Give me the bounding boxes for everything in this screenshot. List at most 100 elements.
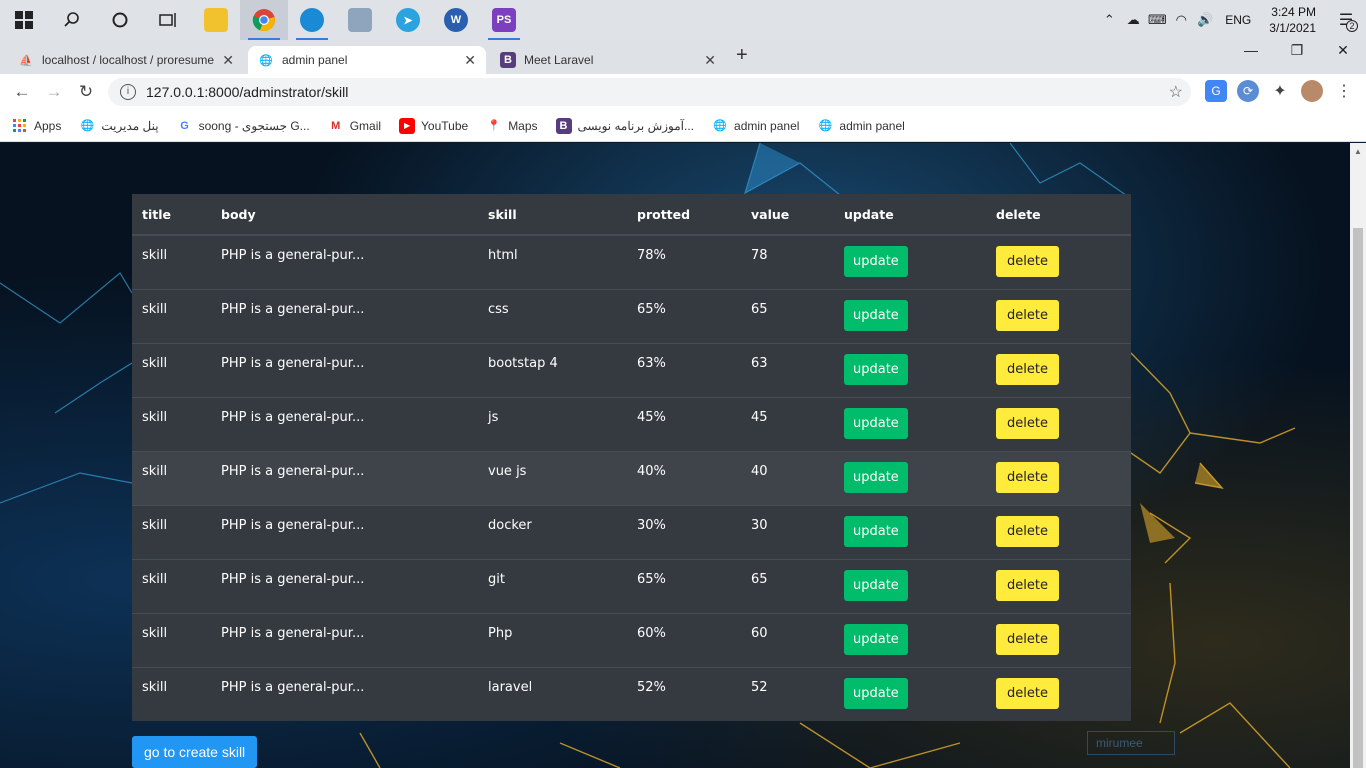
update-button[interactable]: update	[844, 299, 908, 331]
globe-icon: 🌐	[259, 54, 273, 67]
delete-button[interactable]: delete	[996, 515, 1059, 547]
tab-admin-panel[interactable]: 🌐 admin panel ✕	[248, 46, 486, 74]
language-indicator[interactable]: ENG	[1217, 13, 1259, 27]
extension-icon[interactable]: ⟳	[1237, 80, 1259, 102]
cell-protted: 63%	[627, 342, 741, 397]
bookmark-star-icon[interactable]: ☆	[1169, 82, 1183, 102]
tab-meet-laravel[interactable]: B Meet Laravel ✕	[490, 46, 726, 74]
telegram-taskbar[interactable]: ➤	[384, 0, 432, 40]
scroll-up-arrow-icon[interactable]: ▲	[1354, 147, 1362, 156]
update-button[interactable]: update	[844, 623, 908, 655]
translate-extension-icon[interactable]: G	[1205, 80, 1227, 102]
chrome-taskbar[interactable]	[240, 0, 288, 40]
cloud-icon[interactable]: ☁	[1121, 0, 1145, 40]
update-button[interactable]: update	[844, 569, 908, 601]
cell-value: 30	[741, 504, 834, 559]
cell-skill: git	[478, 558, 627, 613]
delete-button[interactable]: delete	[996, 677, 1059, 709]
cell-skill: docker	[478, 504, 627, 559]
close-window-button[interactable]: ✕	[1320, 42, 1366, 59]
delete-button[interactable]: delete	[996, 299, 1059, 331]
task-view-button[interactable]	[144, 0, 192, 40]
column-header-skill: skill	[478, 194, 627, 236]
cell-skill: bootstap 4	[478, 342, 627, 397]
close-icon[interactable]: ✕	[222, 52, 234, 69]
cell-delete: delete	[986, 504, 1131, 559]
chevron-up-icon[interactable]: ⌃	[1097, 0, 1121, 40]
bookmark-admin-panel-fa[interactable]: 🌐 پنل مدیریت	[79, 118, 159, 134]
bookmark-label: آموزش برنامه نویسی...	[577, 118, 695, 133]
page-scrollbar[interactable]: ▲	[1350, 143, 1366, 768]
update-button[interactable]: update	[844, 246, 908, 277]
back-button[interactable]: ←	[6, 76, 38, 108]
webstorm-taskbar[interactable]: W	[432, 0, 480, 40]
tab-title: localhost / localhost / proresume	[42, 53, 215, 67]
app-taskbar-image[interactable]	[336, 0, 384, 40]
column-header-delete: delete	[986, 194, 1131, 236]
table-row: skill PHP is a general-pur... docker 30% 30 u…	[132, 504, 1131, 559]
delete-button[interactable]: delete	[996, 461, 1059, 493]
volume-icon[interactable]: 🔊	[1193, 0, 1217, 40]
cortana-button[interactable]	[96, 0, 144, 40]
scrollbar-thumb[interactable]	[1353, 228, 1363, 768]
profile-avatar[interactable]	[1301, 80, 1323, 102]
puzzle-extensions-icon[interactable]: ✦	[1269, 80, 1291, 102]
delete-button[interactable]: delete	[996, 353, 1059, 385]
notification-center-icon[interactable]: ☰ 2	[1326, 0, 1366, 40]
bookmark-maps[interactable]: 📍 Maps	[486, 118, 537, 134]
bookmark-youtube[interactable]: ▶ YouTube	[399, 117, 468, 134]
close-icon[interactable]: ✕	[464, 52, 476, 69]
menu-kebab-icon[interactable]: ⋮	[1333, 80, 1355, 102]
tab-phpmyadmin[interactable]: ⛵ localhost / localhost / proresume ✕	[8, 46, 244, 74]
new-tab-button[interactable]: +	[736, 44, 748, 67]
forward-button[interactable]: →	[38, 76, 70, 108]
update-button[interactable]: update	[844, 515, 908, 547]
table-row: skill PHP is a general-pur... bootstap 4 63…	[132, 342, 1131, 397]
windows-logo-icon	[15, 11, 33, 29]
column-header-title: title	[132, 194, 211, 236]
cell-delete: delete	[986, 396, 1131, 451]
windows-start-button[interactable]	[0, 0, 48, 40]
close-icon[interactable]: ✕	[704, 52, 716, 69]
update-button[interactable]: update	[844, 407, 908, 439]
google-icon: G	[180, 119, 189, 132]
wifi-icon[interactable]: ◠	[1169, 0, 1193, 40]
minimize-button[interactable]: —	[1228, 42, 1274, 58]
search-icon	[64, 12, 79, 27]
cell-body: PHP is a general-pur...	[211, 504, 478, 559]
table-row: skill PHP is a general-pur... vue js 40% 40 u…	[132, 450, 1131, 505]
bookmark-gmail[interactable]: M Gmail	[328, 118, 381, 134]
maximize-button[interactable]: ❐	[1274, 42, 1320, 59]
bookmark-apps[interactable]: Apps	[12, 118, 61, 134]
update-button[interactable]: update	[844, 353, 908, 385]
cell-title: skill	[132, 288, 211, 343]
cell-delete: delete	[986, 612, 1131, 667]
delete-button[interactable]: delete	[996, 569, 1059, 601]
cell-protted: 65%	[627, 558, 741, 613]
bookmark-label: Maps	[508, 118, 538, 133]
phpstorm-taskbar[interactable]: PS	[480, 0, 528, 40]
taskbar-search-button[interactable]	[48, 0, 96, 40]
bootstrap-icon: B	[555, 117, 572, 134]
address-bar[interactable]: i 127.0.0.1:8000/adminstrator/skill ☆	[108, 78, 1191, 106]
update-button[interactable]: update	[844, 677, 908, 709]
delete-button[interactable]: delete	[996, 623, 1059, 655]
bookmark-programming-tutorial[interactable]: B آموزش برنامه نویسی...	[555, 117, 695, 134]
cell-body: PHP is a general-pur...	[211, 342, 478, 397]
app-taskbar-blue[interactable]	[288, 0, 336, 40]
system-clock[interactable]: 3:24 PM 3/1/2021	[1259, 4, 1326, 36]
file-explorer-taskbar[interactable]	[192, 0, 240, 40]
info-icon[interactable]: i	[120, 84, 136, 100]
cell-update: update	[834, 450, 986, 505]
bookmark-google-search[interactable]: G soong - جستجوی G...	[177, 118, 309, 134]
cell-body: PHP is a general-pur...	[211, 612, 478, 667]
keyboard-icon[interactable]: ⌨	[1145, 0, 1169, 40]
create-skill-button[interactable]: go to create skill	[132, 736, 258, 768]
delete-button[interactable]: delete	[996, 407, 1059, 439]
update-button[interactable]: update	[844, 461, 908, 493]
delete-button[interactable]: delete	[996, 246, 1059, 277]
bookmark-admin-panel-1[interactable]: 🌐 admin panel	[712, 118, 799, 134]
bookmark-admin-panel-2[interactable]: 🌐 admin panel	[817, 118, 905, 134]
reload-button[interactable]: ↻	[70, 76, 102, 108]
cell-update: update	[834, 288, 986, 343]
